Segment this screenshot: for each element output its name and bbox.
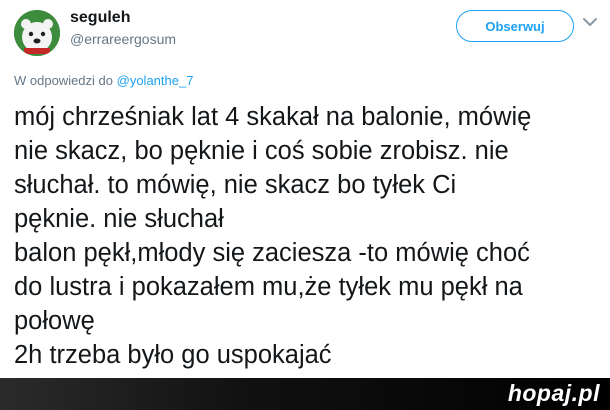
tweet-card: seguleh @errareergosum Obserwuj W odpowi… xyxy=(0,0,610,378)
reply-mention-link[interactable]: @yolanthe_7 xyxy=(117,73,194,88)
tweet-line: słuchał. to mówię, nie skacz bo tyłek Ci xyxy=(14,171,457,199)
reply-prefix: W odpowiedzi do xyxy=(14,73,113,88)
watermark-logo: hopaj.pl xyxy=(507,380,600,406)
chevron-down-icon[interactable] xyxy=(580,12,600,32)
user-handle[interactable]: @errareergosum xyxy=(70,31,176,47)
follow-button[interactable]: Obserwuj xyxy=(456,10,574,42)
tweet-line: balon pękł,młody się zaciesza -to mówię … xyxy=(14,239,530,267)
tweet-line: 2h trzeba było go uspokajać xyxy=(14,341,332,369)
watermark-bar: hopaj.pl xyxy=(0,378,610,410)
avatar[interactable] xyxy=(14,10,60,56)
tweet-line: połowę xyxy=(14,307,95,335)
tweet-line: do lustra i pokazałem mu,że tyłek mu pęk… xyxy=(14,273,523,301)
tweet-text: mój chrześniak lat 4 skakał na balonie, … xyxy=(14,100,604,372)
polar-bear-icon xyxy=(14,10,60,56)
display-name[interactable]: seguleh xyxy=(70,9,130,27)
tweet-line: mój chrześniak lat 4 skakał na balonie, … xyxy=(14,103,532,131)
tweet-line: pęknie. nie słuchał xyxy=(14,205,224,233)
tweet-line: nie skacz, bo pęknie i coś sobie zrobisz… xyxy=(14,137,509,165)
reply-context: W odpowiedzi do @yolanthe_7 xyxy=(14,73,193,88)
